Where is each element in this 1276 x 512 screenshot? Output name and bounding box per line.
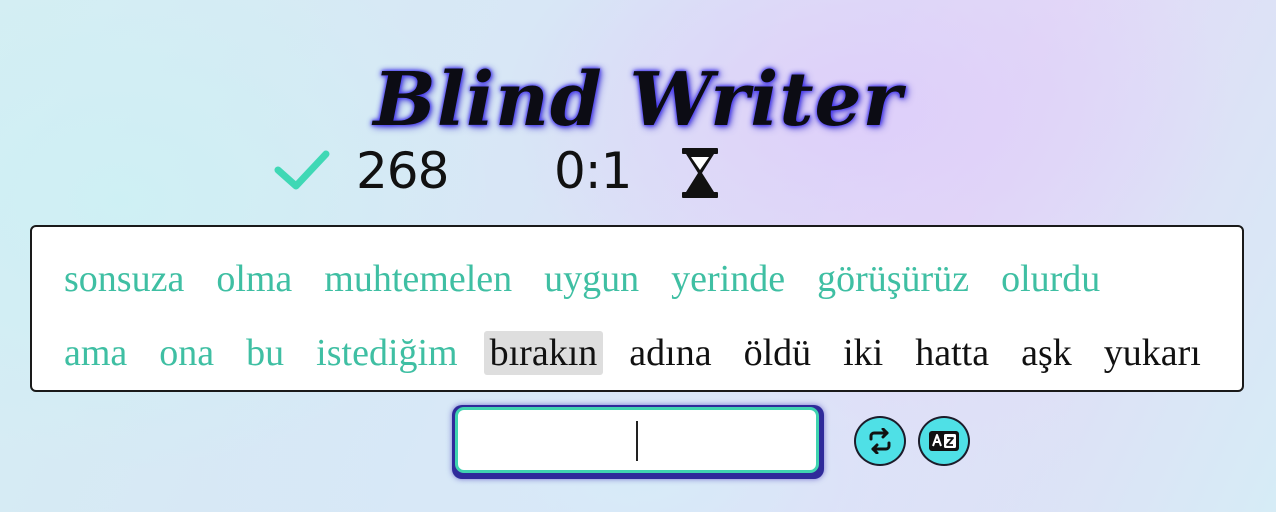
word-pending: hatta (915, 332, 990, 374)
word-typed: yerinde (671, 258, 786, 300)
current-word: bırakın (483, 331, 604, 375)
typing-input-wrapper (452, 405, 824, 479)
word-typed: olma (216, 258, 293, 300)
text-line-2: ama ona bu istediğim bırakın adına öldü iki hatt… (58, 331, 1227, 375)
timer: 0:1 (554, 142, 632, 200)
word-typed: muhtemelen (324, 258, 513, 300)
word-pending: aşk (1021, 332, 1072, 374)
word-typed: olurdu (1001, 258, 1101, 300)
word-pending: yukarı (1103, 332, 1201, 374)
correct-count: 268 (356, 142, 449, 200)
restart-button[interactable] (854, 416, 906, 466)
text-line-1: sonsuza olma muhtemelen uygun yerinde görüşür… (58, 257, 1126, 301)
hourglass-icon (682, 148, 718, 198)
stats-bar: 268 0:1 (0, 140, 1276, 210)
word-pending: öldü (743, 332, 812, 374)
word-typed: istediğim (316, 332, 458, 374)
word-typed: bu (246, 332, 285, 374)
restart-icon (869, 428, 891, 454)
checkmark-icon (274, 150, 330, 190)
word-pending: adına (629, 332, 712, 374)
language-icon (929, 431, 959, 451)
app-title: Blind Writer (373, 56, 903, 143)
word-typed: sonsuza (64, 258, 185, 300)
word-typed: uygun (544, 258, 640, 300)
word-typed: ona (159, 332, 215, 374)
word-typed: ama (64, 332, 128, 374)
word-typed: görüşürüz (817, 258, 970, 300)
text-panel: sonsuza olma muhtemelen uygun yerinde görüşür… (30, 225, 1244, 392)
word-pending: iki (843, 332, 884, 374)
language-button[interactable] (918, 416, 970, 466)
text-caret (636, 421, 638, 461)
